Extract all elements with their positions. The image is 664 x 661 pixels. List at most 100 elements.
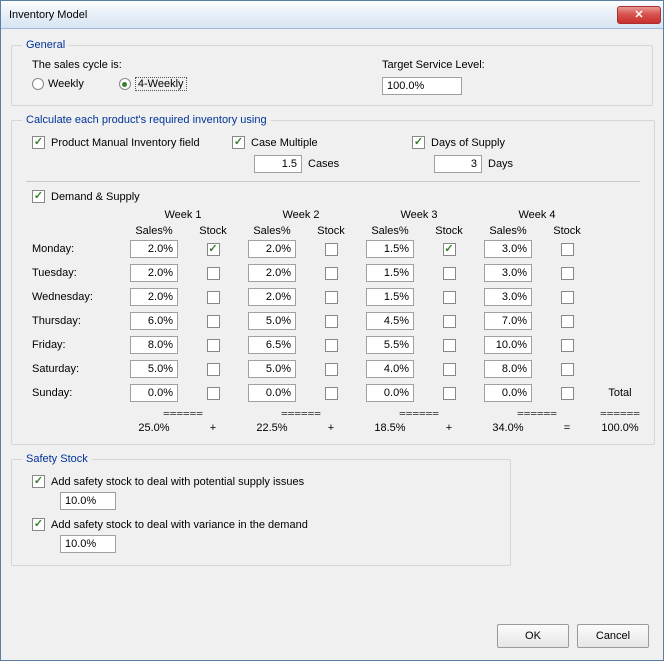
stock-checkbox[interactable] <box>561 363 574 376</box>
sales-percent-input[interactable] <box>366 240 414 258</box>
target-service-level-input[interactable] <box>382 77 462 95</box>
table-row: Saturday: <box>32 357 644 381</box>
stock-checkbox[interactable] <box>443 387 456 400</box>
window-title: Inventory Model <box>9 9 617 21</box>
radio-four-weekly[interactable]: 4-Weekly <box>119 77 187 91</box>
stock-checkbox[interactable] <box>325 267 338 280</box>
sales-percent-input[interactable] <box>484 240 532 258</box>
week-cell <box>360 264 478 282</box>
stock-checkbox[interactable] <box>325 363 338 376</box>
sales-percent-input[interactable] <box>248 384 296 402</box>
sales-percent-input[interactable] <box>248 336 296 354</box>
ok-button[interactable]: OK <box>497 624 569 648</box>
subhead-sales: Sales% <box>242 225 302 237</box>
checkbox-days-of-supply[interactable]: Days of Supply <box>412 136 592 149</box>
stock-checkbox[interactable] <box>207 291 220 304</box>
sales-percent-input[interactable] <box>484 312 532 330</box>
sales-percent-input[interactable] <box>484 264 532 282</box>
stock-checkbox[interactable] <box>561 315 574 328</box>
sales-percent-input[interactable] <box>130 240 178 258</box>
stock-checkbox[interactable] <box>325 315 338 328</box>
subhead-stock: Stock <box>538 225 596 237</box>
sales-percent-input[interactable] <box>248 312 296 330</box>
week-cell <box>124 360 242 378</box>
stock-checkbox[interactable] <box>207 243 220 256</box>
sep: ====== <box>242 407 360 420</box>
stock-checkbox[interactable] <box>443 291 456 304</box>
stock-checkbox[interactable] <box>443 315 456 328</box>
stock-checkbox[interactable] <box>207 387 220 400</box>
stock-checkbox[interactable] <box>207 315 220 328</box>
checkbox-icon <box>32 136 45 149</box>
week-cell <box>242 240 360 258</box>
stock-checkbox[interactable] <box>561 339 574 352</box>
stock-checkbox[interactable] <box>561 291 574 304</box>
col-week1: Week 1 <box>124 209 242 221</box>
stock-checkbox[interactable] <box>561 387 574 400</box>
days-of-supply-label: Days of Supply <box>431 137 505 149</box>
stock-checkbox[interactable] <box>561 267 574 280</box>
ok-label: OK <box>525 630 541 642</box>
subhead-sales: Sales% <box>124 225 184 237</box>
stock-checkbox[interactable] <box>325 243 338 256</box>
radio-weekly[interactable]: Weekly <box>32 78 84 90</box>
subhead-stock: Stock <box>420 225 478 237</box>
general-group: General The sales cycle is: Weekly 4-Wee… <box>11 39 653 106</box>
sales-percent-input[interactable] <box>366 288 414 306</box>
safety-supply-input[interactable] <box>60 492 116 510</box>
col-week4: Week 4 <box>478 209 596 221</box>
sales-percent-input[interactable] <box>484 288 532 306</box>
sales-percent-input[interactable] <box>130 312 178 330</box>
subhead-stock: Stock <box>302 225 360 237</box>
stock-checkbox[interactable] <box>561 243 574 256</box>
stock-checkbox[interactable] <box>443 243 456 256</box>
stock-checkbox[interactable] <box>207 363 220 376</box>
day-label: Sunday: <box>32 387 124 399</box>
sales-percent-input[interactable] <box>484 384 532 402</box>
sales-percent-input[interactable] <box>248 264 296 282</box>
sales-percent-input[interactable] <box>130 336 178 354</box>
checkbox-product-manual-inventory[interactable]: Product Manual Inventory field <box>32 136 232 149</box>
sales-percent-input[interactable] <box>366 336 414 354</box>
safety-demand-input[interactable] <box>60 535 116 553</box>
sales-percent-input[interactable] <box>366 384 414 402</box>
sales-percent-input[interactable] <box>484 336 532 354</box>
sales-percent-input[interactable] <box>130 288 178 306</box>
sales-percent-input[interactable] <box>248 360 296 378</box>
sales-percent-input[interactable] <box>366 264 414 282</box>
sales-percent-input[interactable] <box>484 360 532 378</box>
week-cell <box>242 312 360 330</box>
sales-cycle-label: The sales cycle is: <box>32 59 382 71</box>
week-cell <box>478 240 596 258</box>
checkbox-demand-supply[interactable]: Demand & Supply <box>32 190 644 203</box>
week-cell <box>242 360 360 378</box>
sales-percent-input[interactable] <box>366 360 414 378</box>
cancel-label: Cancel <box>596 630 630 642</box>
stock-checkbox[interactable] <box>207 267 220 280</box>
days-of-supply-input[interactable] <box>434 155 482 173</box>
week-cell <box>124 240 242 258</box>
sales-percent-input[interactable] <box>248 240 296 258</box>
subhead-sales: Sales% <box>478 225 538 237</box>
stock-checkbox[interactable] <box>443 363 456 376</box>
target-service-level-label: Target Service Level: <box>382 59 485 71</box>
stock-checkbox[interactable] <box>325 387 338 400</box>
sales-percent-input[interactable] <box>248 288 296 306</box>
stock-checkbox[interactable] <box>325 339 338 352</box>
stock-checkbox[interactable] <box>443 339 456 352</box>
stock-checkbox[interactable] <box>325 291 338 304</box>
checkbox-icon <box>32 475 45 488</box>
stock-checkbox[interactable] <box>443 267 456 280</box>
cancel-button[interactable]: Cancel <box>577 624 649 648</box>
table-row: Wednesday: <box>32 285 644 309</box>
sales-percent-input[interactable] <box>130 360 178 378</box>
sales-percent-input[interactable] <box>130 384 178 402</box>
sales-percent-input[interactable] <box>130 264 178 282</box>
sales-percent-input[interactable] <box>366 312 414 330</box>
checkbox-safety-supply[interactable]: Add safety stock to deal with potential … <box>32 475 500 488</box>
stock-checkbox[interactable] <box>207 339 220 352</box>
checkbox-safety-demand[interactable]: Add safety stock to deal with variance i… <box>32 518 500 531</box>
case-multiple-input[interactable] <box>254 155 302 173</box>
checkbox-case-multiple[interactable]: Case Multiple <box>232 136 412 149</box>
close-button[interactable]: ✕ <box>617 6 661 24</box>
